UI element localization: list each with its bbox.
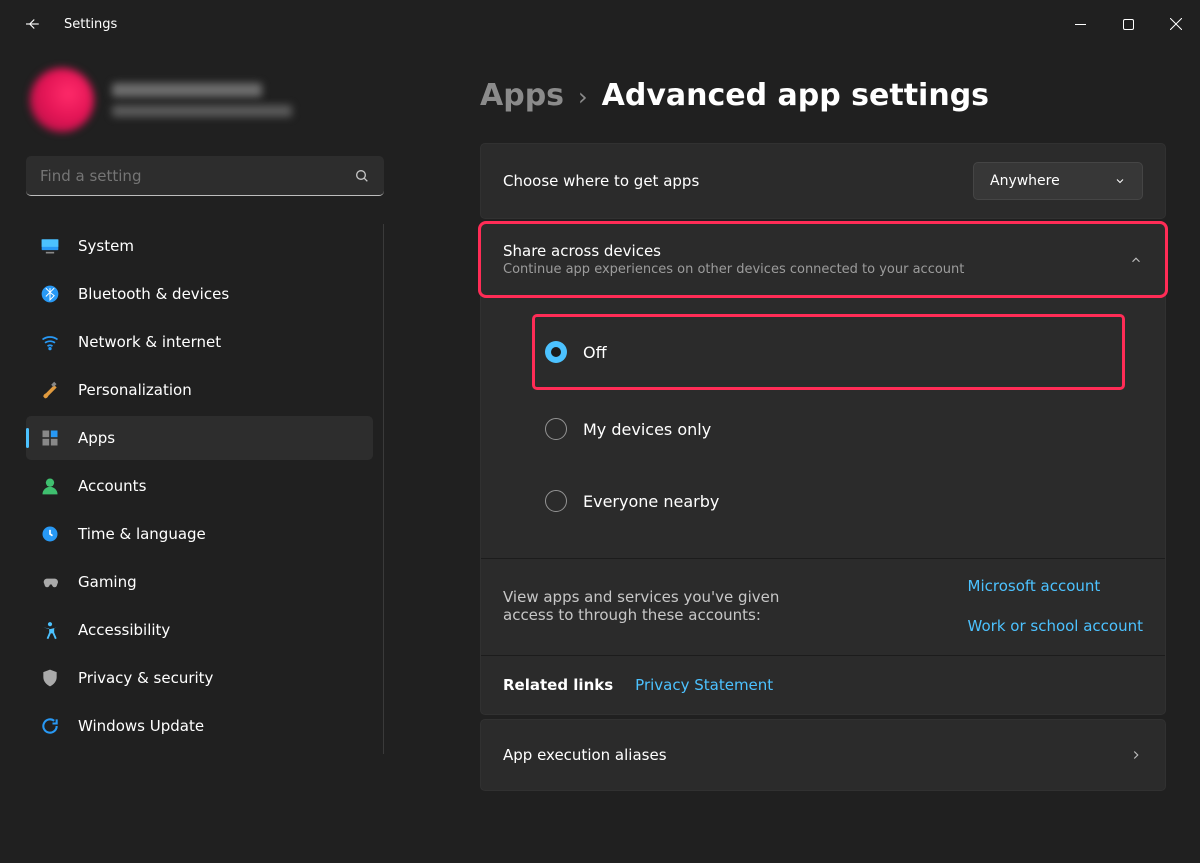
radio-indicator bbox=[545, 418, 567, 440]
system-icon bbox=[40, 236, 60, 256]
share-across-radios: Off My devices only Everyone nearby bbox=[481, 295, 1165, 558]
avatar bbox=[30, 68, 94, 132]
nav-label: Network & internet bbox=[78, 333, 221, 351]
choose-apps-select[interactable]: Anywhere bbox=[973, 162, 1143, 200]
radio-everyone-nearby[interactable]: Everyone nearby bbox=[537, 468, 727, 534]
link-work-school-account[interactable]: Work or school account bbox=[968, 617, 1143, 635]
accessibility-icon bbox=[40, 620, 60, 640]
nav-item-system[interactable]: System bbox=[26, 224, 373, 268]
chevron-down-icon bbox=[1114, 175, 1126, 187]
wifi-icon bbox=[40, 332, 60, 352]
nav-item-apps[interactable]: Apps bbox=[26, 416, 373, 460]
nav-item-personalization[interactable]: Personalization bbox=[26, 368, 373, 412]
nav-label: Time & language bbox=[78, 525, 206, 543]
close-button[interactable] bbox=[1152, 8, 1200, 40]
update-icon bbox=[40, 716, 60, 736]
nav-label: System bbox=[78, 237, 134, 255]
brush-icon bbox=[40, 380, 60, 400]
breadcrumb-root[interactable]: Apps bbox=[480, 78, 564, 113]
nav-label: Accessibility bbox=[78, 621, 170, 639]
nav-item-time[interactable]: Time & language bbox=[26, 512, 373, 556]
window-title: Settings bbox=[64, 17, 117, 32]
link-microsoft-account[interactable]: Microsoft account bbox=[968, 577, 1143, 595]
profile-text bbox=[112, 83, 292, 117]
gamepad-icon bbox=[40, 572, 60, 592]
radio-off[interactable]: Off bbox=[537, 319, 615, 385]
chevron-up-icon bbox=[1129, 253, 1143, 267]
choose-apps-title: Choose where to get apps bbox=[503, 172, 955, 190]
nav-item-network[interactable]: Network & internet bbox=[26, 320, 373, 364]
accounts-access-row: View apps and services you've given acce… bbox=[481, 558, 1165, 655]
nav-item-accessibility[interactable]: Accessibility bbox=[26, 608, 373, 652]
panel-execution-aliases[interactable]: App execution aliases bbox=[480, 719, 1166, 791]
execution-aliases-title: App execution aliases bbox=[503, 746, 1111, 764]
nav-list: System Bluetooth & devices Network & int… bbox=[20, 224, 384, 754]
profile-email bbox=[112, 105, 292, 117]
bluetooth-icon bbox=[40, 284, 60, 304]
panel-choose-apps: Choose where to get apps Anywhere bbox=[480, 143, 1166, 219]
nav-label: Accounts bbox=[78, 477, 146, 495]
related-links-label: Related links bbox=[503, 676, 613, 694]
choose-apps-value: Anywhere bbox=[990, 173, 1060, 189]
nav-label: Bluetooth & devices bbox=[78, 285, 229, 303]
maximize-button[interactable] bbox=[1104, 8, 1152, 40]
radio-my-devices[interactable]: My devices only bbox=[537, 396, 719, 462]
nav-item-privacy[interactable]: Privacy & security bbox=[26, 656, 373, 700]
minimize-icon bbox=[1075, 19, 1086, 30]
nav-item-bluetooth[interactable]: Bluetooth & devices bbox=[26, 272, 373, 316]
nav-label: Gaming bbox=[78, 573, 137, 591]
related-links-row: Related links Privacy Statement bbox=[481, 655, 1165, 714]
nav-item-update[interactable]: Windows Update bbox=[26, 704, 373, 748]
clock-icon bbox=[40, 524, 60, 544]
nav-label: Privacy & security bbox=[78, 669, 213, 687]
chevron-right-icon: › bbox=[578, 83, 588, 111]
nav-item-gaming[interactable]: Gaming bbox=[26, 560, 373, 604]
panel-share-across: Share across devices Continue app experi… bbox=[480, 223, 1166, 715]
nav-item-accounts[interactable]: Accounts bbox=[26, 464, 373, 508]
share-across-header[interactable]: Share across devices Continue app experi… bbox=[481, 224, 1165, 295]
radio-label: Off bbox=[583, 343, 607, 362]
link-privacy-statement[interactable]: Privacy Statement bbox=[635, 676, 773, 694]
user-icon bbox=[40, 476, 60, 496]
search-input[interactable] bbox=[40, 167, 354, 185]
titlebar: Settings bbox=[0, 0, 1200, 48]
profile-name bbox=[112, 83, 262, 97]
radio-indicator bbox=[545, 490, 567, 512]
accounts-access-label: View apps and services you've given acce… bbox=[503, 588, 813, 624]
chevron-right-icon bbox=[1129, 748, 1143, 762]
arrow-left-icon bbox=[23, 15, 41, 33]
main-content: Apps › Advanced app settings Choose wher… bbox=[390, 48, 1200, 863]
minimize-button[interactable] bbox=[1056, 8, 1104, 40]
close-icon bbox=[1170, 18, 1182, 30]
radio-label: Everyone nearby bbox=[583, 492, 719, 511]
apps-icon bbox=[40, 428, 60, 448]
radio-label: My devices only bbox=[583, 420, 711, 439]
share-across-title: Share across devices bbox=[503, 242, 1111, 260]
share-across-subtitle: Continue app experiences on other device… bbox=[503, 262, 1111, 277]
back-button[interactable] bbox=[0, 0, 64, 48]
nav-label: Windows Update bbox=[78, 717, 204, 735]
search-icon bbox=[354, 168, 370, 184]
shield-icon bbox=[40, 668, 60, 688]
sidebar: System Bluetooth & devices Network & int… bbox=[0, 48, 390, 863]
nav-label: Apps bbox=[78, 429, 115, 447]
search-box[interactable] bbox=[26, 156, 384, 196]
radio-indicator bbox=[545, 341, 567, 363]
nav-label: Personalization bbox=[78, 381, 192, 399]
breadcrumb: Apps › Advanced app settings bbox=[480, 78, 1166, 113]
maximize-icon bbox=[1123, 19, 1134, 30]
profile-block[interactable] bbox=[20, 48, 384, 156]
page-title: Advanced app settings bbox=[602, 78, 989, 113]
